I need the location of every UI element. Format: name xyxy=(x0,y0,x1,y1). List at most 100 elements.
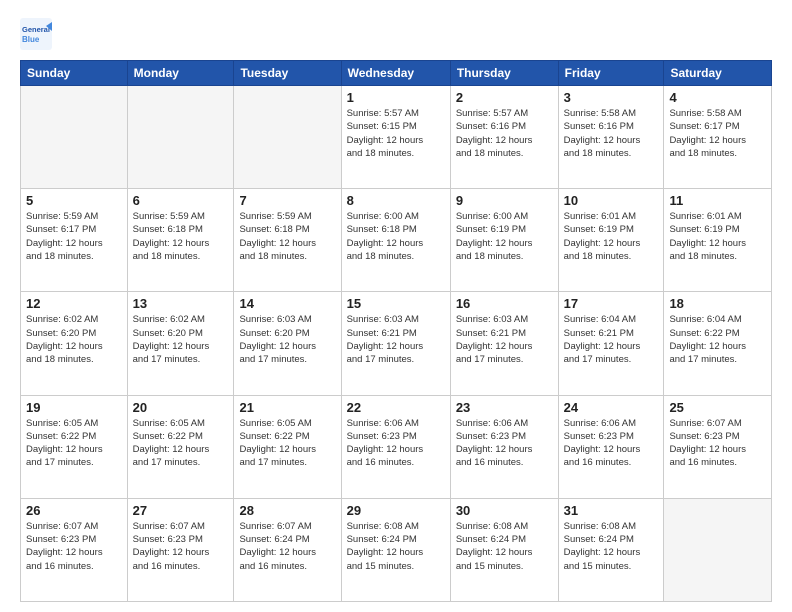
day-number: 22 xyxy=(347,400,445,415)
calendar-week-row: 26 Sunrise: 6:07 AM Sunset: 6:23 PM Dayli… xyxy=(21,498,772,601)
dow-header: Saturday xyxy=(664,61,772,86)
day-number: 30 xyxy=(456,503,553,518)
calendar-day-cell: 2 Sunrise: 5:57 AM Sunset: 6:16 PM Daylig… xyxy=(450,86,558,189)
day-info: Sunrise: 6:02 AM Sunset: 6:20 PM Dayligh… xyxy=(133,313,229,366)
day-number: 9 xyxy=(456,193,553,208)
day-info: Sunrise: 6:04 AM Sunset: 6:22 PM Dayligh… xyxy=(669,313,766,366)
calendar-day-cell: 4 Sunrise: 5:58 AM Sunset: 6:17 PM Daylig… xyxy=(664,86,772,189)
day-info: Sunrise: 6:03 AM Sunset: 6:21 PM Dayligh… xyxy=(347,313,445,366)
calendar-day-cell: 18Sunrise: 6:04 AM Sunset: 6:22 PM Dayli… xyxy=(664,292,772,395)
day-number: 7 xyxy=(239,193,335,208)
calendar-day-cell: 12 Sunrise: 6:02 AM Sunset: 6:20 PM Dayli… xyxy=(21,292,128,395)
calendar-day-cell: 11 Sunrise: 6:01 AM Sunset: 6:19 PM Dayli… xyxy=(664,189,772,292)
day-info: Sunrise: 5:59 AM Sunset: 6:17 PM Dayligh… xyxy=(26,210,122,263)
calendar-week-row: 12 Sunrise: 6:02 AM Sunset: 6:20 PM Dayli… xyxy=(21,292,772,395)
day-info: Sunrise: 6:00 AM Sunset: 6:19 PM Dayligh… xyxy=(456,210,553,263)
calendar-day-cell: 7 Sunrise: 5:59 AM Sunset: 6:18 PM Daylig… xyxy=(234,189,341,292)
day-number: 10 xyxy=(564,193,659,208)
day-number: 15 xyxy=(347,296,445,311)
day-number: 3 xyxy=(564,90,659,105)
day-number: 29 xyxy=(347,503,445,518)
day-number: 24 xyxy=(564,400,659,415)
day-number: 1 xyxy=(347,90,445,105)
calendar-day-cell: 10Sunrise: 6:01 AM Sunset: 6:19 PM Dayli… xyxy=(558,189,664,292)
logo: General Blue xyxy=(20,18,52,50)
calendar-day-cell xyxy=(234,86,341,189)
calendar-day-cell: 23Sunrise: 6:06 AM Sunset: 6:23 PM Dayli… xyxy=(450,395,558,498)
day-number: 13 xyxy=(133,296,229,311)
day-info: Sunrise: 6:02 AM Sunset: 6:20 PM Dayligh… xyxy=(26,313,122,366)
calendar-day-cell xyxy=(127,86,234,189)
day-info: Sunrise: 6:05 AM Sunset: 6:22 PM Dayligh… xyxy=(26,417,122,470)
calendar-day-cell: 22 Sunrise: 6:06 AM Sunset: 6:23 PM Dayli… xyxy=(341,395,450,498)
dow-header: Sunday xyxy=(21,61,128,86)
day-info: Sunrise: 6:07 AM Sunset: 6:24 PM Dayligh… xyxy=(239,520,335,573)
day-number: 4 xyxy=(669,90,766,105)
day-info: Sunrise: 6:07 AM Sunset: 6:23 PM Dayligh… xyxy=(26,520,122,573)
day-info: Sunrise: 5:57 AM Sunset: 6:15 PM Dayligh… xyxy=(347,107,445,160)
day-number: 21 xyxy=(239,400,335,415)
day-number: 12 xyxy=(26,296,122,311)
day-info: Sunrise: 6:05 AM Sunset: 6:22 PM Dayligh… xyxy=(239,417,335,470)
day-info: Sunrise: 6:08 AM Sunset: 6:24 PM Dayligh… xyxy=(564,520,659,573)
day-info: Sunrise: 6:08 AM Sunset: 6:24 PM Dayligh… xyxy=(347,520,445,573)
header: General Blue xyxy=(20,18,772,50)
calendar-week-row: 5 Sunrise: 5:59 AM Sunset: 6:17 PM Daylig… xyxy=(21,189,772,292)
day-number: 11 xyxy=(669,193,766,208)
calendar-day-cell: 16Sunrise: 6:03 AM Sunset: 6:21 PM Dayli… xyxy=(450,292,558,395)
day-info: Sunrise: 5:59 AM Sunset: 6:18 PM Dayligh… xyxy=(133,210,229,263)
day-info: Sunrise: 6:05 AM Sunset: 6:22 PM Dayligh… xyxy=(133,417,229,470)
day-number: 25 xyxy=(669,400,766,415)
day-info: Sunrise: 6:00 AM Sunset: 6:18 PM Dayligh… xyxy=(347,210,445,263)
day-info: Sunrise: 5:57 AM Sunset: 6:16 PM Dayligh… xyxy=(456,107,553,160)
day-number: 27 xyxy=(133,503,229,518)
svg-text:General: General xyxy=(22,25,50,34)
calendar-day-cell: 29 Sunrise: 6:08 AM Sunset: 6:24 PM Dayli… xyxy=(341,498,450,601)
calendar-day-cell: 20Sunrise: 6:05 AM Sunset: 6:22 PM Dayli… xyxy=(127,395,234,498)
calendar-body: 1 Sunrise: 5:57 AM Sunset: 6:15 PM Daylig… xyxy=(21,86,772,602)
calendar-day-cell: 8 Sunrise: 6:00 AM Sunset: 6:18 PM Daylig… xyxy=(341,189,450,292)
day-info: Sunrise: 5:58 AM Sunset: 6:16 PM Dayligh… xyxy=(564,107,659,160)
calendar-day-cell: 21 Sunrise: 6:05 AM Sunset: 6:22 PM Dayli… xyxy=(234,395,341,498)
calendar-day-cell: 13 Sunrise: 6:02 AM Sunset: 6:20 PM Dayli… xyxy=(127,292,234,395)
day-number: 17 xyxy=(564,296,659,311)
day-info: Sunrise: 6:06 AM Sunset: 6:23 PM Dayligh… xyxy=(347,417,445,470)
days-of-week-row: SundayMondayTuesdayWednesdayThursdayFrid… xyxy=(21,61,772,86)
day-number: 31 xyxy=(564,503,659,518)
calendar-day-cell: 17 Sunrise: 6:04 AM Sunset: 6:21 PM Dayli… xyxy=(558,292,664,395)
svg-text:Blue: Blue xyxy=(22,35,40,44)
day-info: Sunrise: 6:03 AM Sunset: 6:21 PM Dayligh… xyxy=(456,313,553,366)
calendar-day-cell: 14 Sunrise: 6:03 AM Sunset: 6:20 PM Dayli… xyxy=(234,292,341,395)
calendar-day-cell: 19 Sunrise: 6:05 AM Sunset: 6:22 PM Dayli… xyxy=(21,395,128,498)
calendar-day-cell: 6Sunrise: 5:59 AM Sunset: 6:18 PM Daylig… xyxy=(127,189,234,292)
day-number: 28 xyxy=(239,503,335,518)
day-info: Sunrise: 6:07 AM Sunset: 6:23 PM Dayligh… xyxy=(669,417,766,470)
calendar-day-cell xyxy=(21,86,128,189)
calendar-day-cell: 26 Sunrise: 6:07 AM Sunset: 6:23 PM Dayli… xyxy=(21,498,128,601)
page: General Blue SundayMondayTuesdayWednesda… xyxy=(0,0,792,612)
day-number: 26 xyxy=(26,503,122,518)
day-info: Sunrise: 6:06 AM Sunset: 6:23 PM Dayligh… xyxy=(564,417,659,470)
day-info: Sunrise: 5:59 AM Sunset: 6:18 PM Dayligh… xyxy=(239,210,335,263)
calendar-day-cell: 28 Sunrise: 6:07 AM Sunset: 6:24 PM Dayli… xyxy=(234,498,341,601)
calendar-day-cell: 1 Sunrise: 5:57 AM Sunset: 6:15 PM Daylig… xyxy=(341,86,450,189)
dow-header: Monday xyxy=(127,61,234,86)
day-number: 14 xyxy=(239,296,335,311)
day-number: 8 xyxy=(347,193,445,208)
day-info: Sunrise: 6:06 AM Sunset: 6:23 PM Dayligh… xyxy=(456,417,553,470)
calendar-day-cell: 30 Sunrise: 6:08 AM Sunset: 6:24 PM Dayli… xyxy=(450,498,558,601)
day-info: Sunrise: 5:58 AM Sunset: 6:17 PM Dayligh… xyxy=(669,107,766,160)
calendar-day-cell xyxy=(664,498,772,601)
day-number: 5 xyxy=(26,193,122,208)
calendar-day-cell: 31 Sunrise: 6:08 AM Sunset: 6:24 PM Dayli… xyxy=(558,498,664,601)
day-info: Sunrise: 6:04 AM Sunset: 6:21 PM Dayligh… xyxy=(564,313,659,366)
day-info: Sunrise: 6:07 AM Sunset: 6:23 PM Dayligh… xyxy=(133,520,229,573)
calendar-table: SundayMondayTuesdayWednesdayThursdayFrid… xyxy=(20,60,772,602)
day-info: Sunrise: 6:08 AM Sunset: 6:24 PM Dayligh… xyxy=(456,520,553,573)
day-info: Sunrise: 6:01 AM Sunset: 6:19 PM Dayligh… xyxy=(669,210,766,263)
day-number: 2 xyxy=(456,90,553,105)
day-number: 19 xyxy=(26,400,122,415)
calendar-week-row: 19 Sunrise: 6:05 AM Sunset: 6:22 PM Dayli… xyxy=(21,395,772,498)
day-info: Sunrise: 6:03 AM Sunset: 6:20 PM Dayligh… xyxy=(239,313,335,366)
dow-header: Tuesday xyxy=(234,61,341,86)
